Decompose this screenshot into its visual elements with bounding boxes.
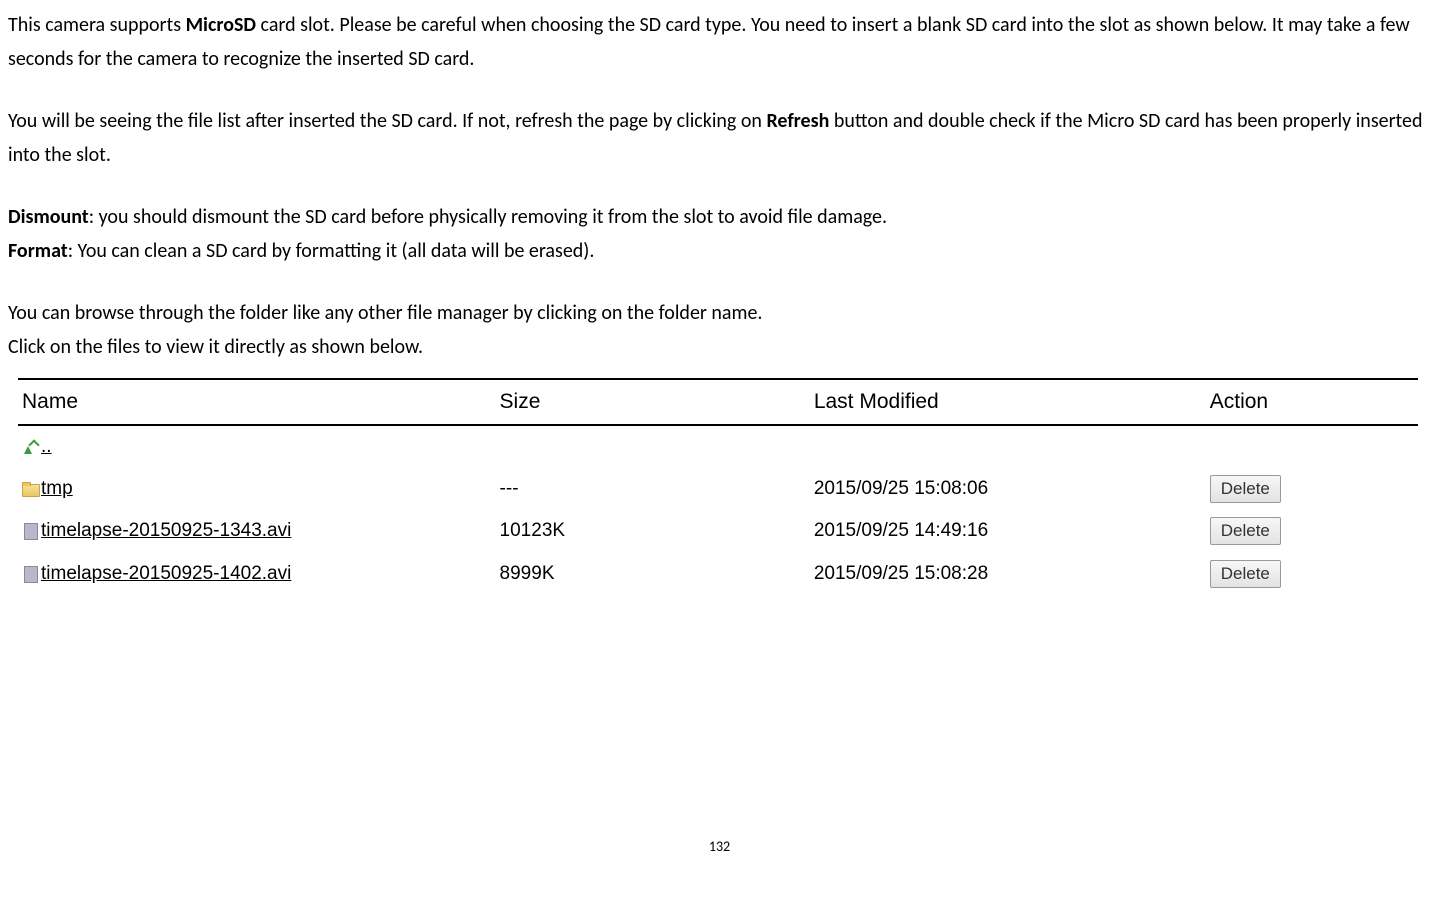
header-name: Name [18,379,496,425]
header-size: Size [496,379,810,425]
cell-size [496,425,810,468]
parent-folder-link[interactable]: .. [41,436,52,457]
text: You can browse through the folder like a… [8,301,762,325]
bold-text: Refresh [766,109,829,133]
text: You will be seeing the file list after i… [8,109,766,133]
folder-icon [22,481,39,496]
cell-modified: 2015/09/25 15:08:28 [810,553,1206,595]
paragraph-3: Dismount: you should dismount the SD car… [8,200,1431,268]
bold-text: Format [8,239,68,263]
folder-link[interactable]: tmp [41,478,73,499]
delete-button[interactable]: Delete [1210,517,1281,545]
file-link[interactable]: timelapse-20150925-1343.avi [41,520,291,541]
text: This camera supports [8,13,186,37]
delete-button[interactable]: Delete [1210,560,1281,588]
header-modified: Last Modified [810,379,1206,425]
cell-size: --- [496,468,810,510]
table-header-row: Name Size Last Modified Action [18,379,1418,425]
up-folder-icon [22,439,39,454]
bold-text: Dismount [8,205,89,229]
cell-modified: 2015/09/25 15:08:06 [810,468,1206,510]
text: : you should dismount the SD card before… [89,205,887,229]
file-icon [22,523,39,538]
header-action: Action [1206,379,1418,425]
table-row: .. [18,425,1418,468]
table-row: tmp --- 2015/09/25 15:08:06 Delete [18,468,1418,510]
file-icon [22,566,39,581]
cell-size: 8999K [496,553,810,595]
file-list-table: Name Size Last Modified Action .. tmp --… [18,378,1418,595]
cell-modified: 2015/09/25 14:49:16 [810,510,1206,552]
text: : You can clean a SD card by formatting … [68,239,595,263]
table-row: timelapse-20150925-1343.avi 10123K 2015/… [18,510,1418,552]
paragraph-4: You can browse through the folder like a… [8,296,1431,364]
cell-size: 10123K [496,510,810,552]
cell-action [1206,425,1418,468]
file-link[interactable]: timelapse-20150925-1402.avi [41,563,291,584]
cell-modified [810,425,1206,468]
paragraph-1: This camera supports MicroSD card slot. … [8,8,1431,76]
paragraph-2: You will be seeing the file list after i… [8,104,1431,172]
bold-text: MicroSD [186,13,256,37]
text: Click on the files to view it directly a… [8,335,423,359]
page-number: 132 [8,835,1431,859]
table-row: timelapse-20150925-1402.avi 8999K 2015/0… [18,553,1418,595]
delete-button[interactable]: Delete [1210,475,1281,503]
